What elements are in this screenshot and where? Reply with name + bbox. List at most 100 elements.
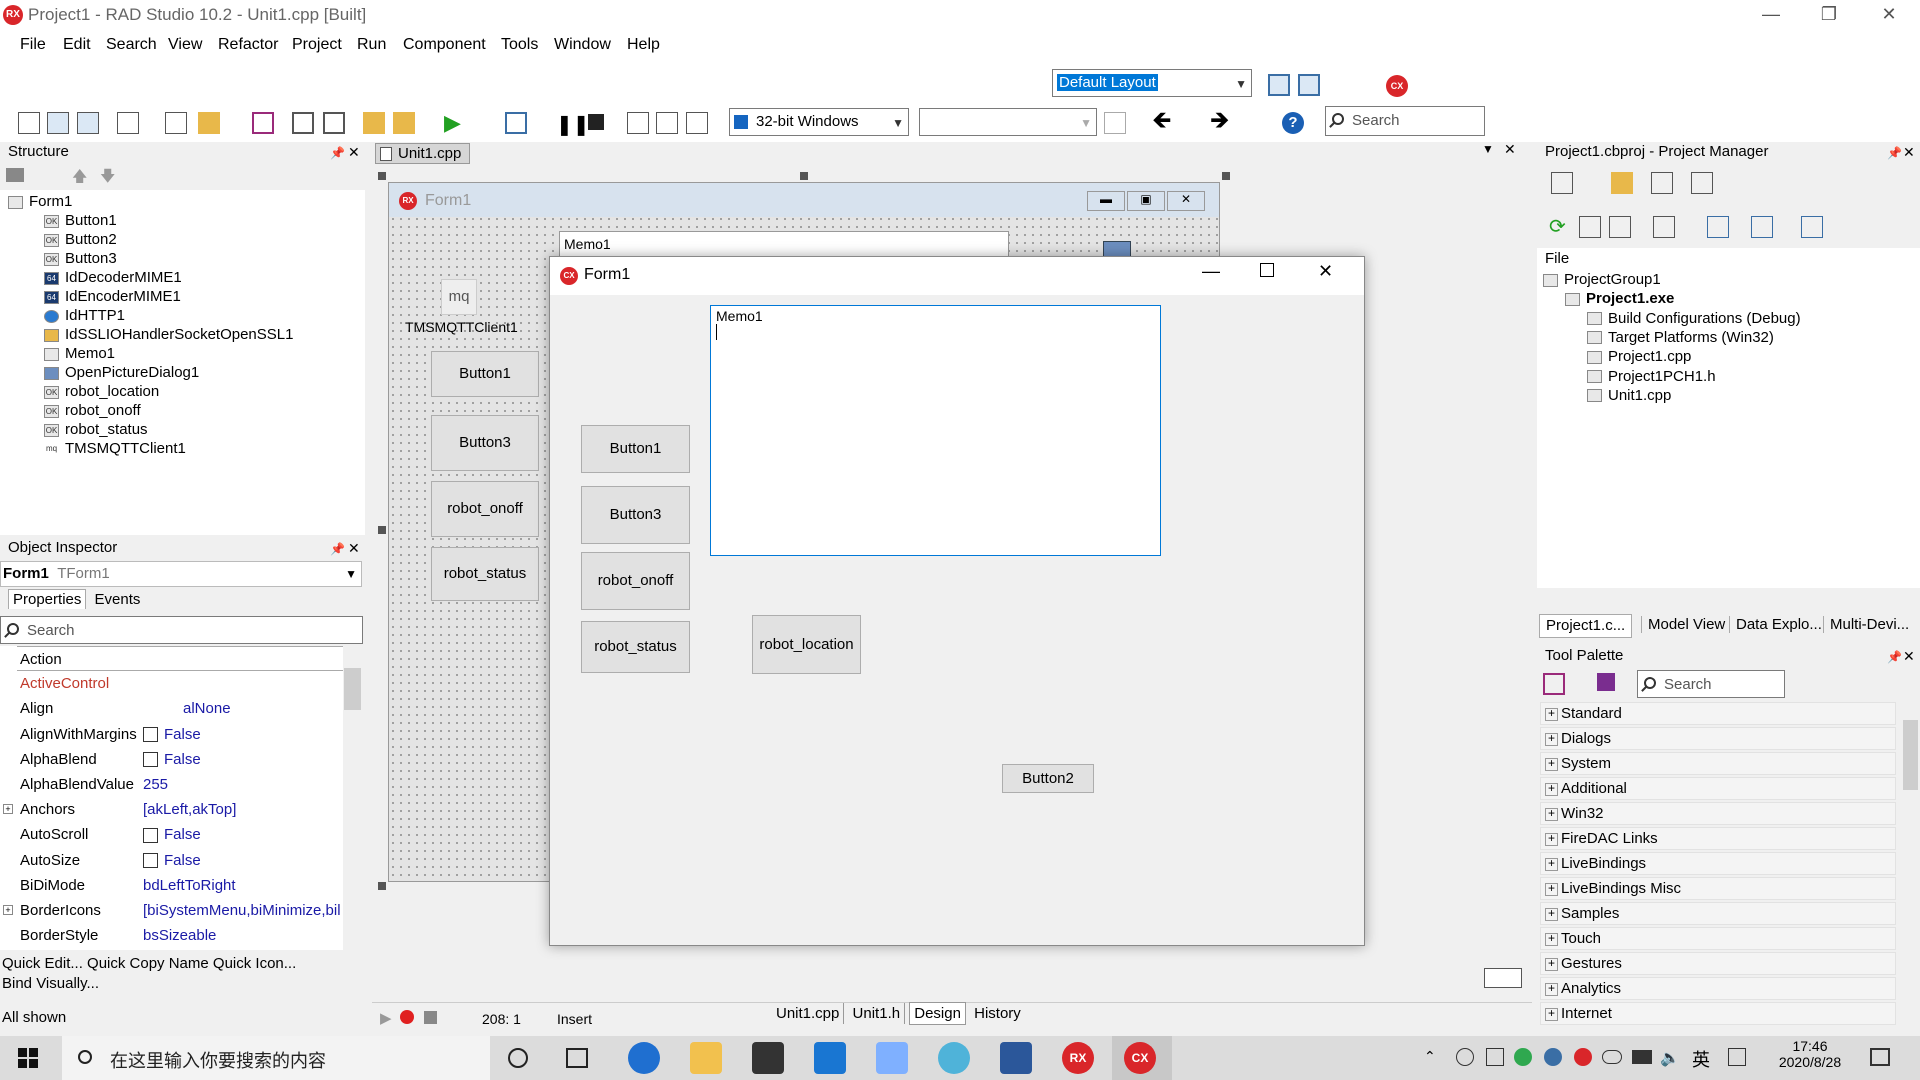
oi-property-row[interactable]: AutoSize False bbox=[17, 848, 345, 873]
close-icon[interactable]: ✕ bbox=[1903, 142, 1915, 162]
tray-app-icon[interactable] bbox=[1486, 1048, 1504, 1066]
run-icon[interactable]: ▶ bbox=[444, 112, 466, 134]
mq-icon[interactable]: mq bbox=[441, 279, 477, 315]
running-form-window[interactable]: CX Form1 — ✕ Memo1 Button1 Button3 robot… bbox=[549, 256, 1365, 946]
checkbox[interactable] bbox=[143, 853, 158, 869]
menu-run[interactable]: Run bbox=[357, 36, 386, 54]
palette-category[interactable]: Samples bbox=[1540, 902, 1896, 925]
oi-property-value[interactable]: False bbox=[143, 722, 358, 747]
object-selector[interactable]: Form1 TForm1 ▼ bbox=[0, 561, 362, 587]
arrow-up-icon[interactable]: 🡅 bbox=[72, 166, 87, 191]
expand-icon[interactable]: + bbox=[3, 804, 13, 815]
layout-combo[interactable]: Default Layout ▼ bbox=[1052, 69, 1252, 97]
oi-property-row[interactable]: Align alNone bbox=[17, 696, 345, 721]
activate-icon[interactable] bbox=[1551, 172, 1573, 194]
tab-unit1-h[interactable]: Unit1.h bbox=[848, 1003, 906, 1024]
structure-item[interactable]: OK Button2 bbox=[44, 230, 117, 249]
structure-item[interactable]: 64 IdDecoderMIME1 bbox=[44, 268, 182, 287]
scroll-thumb[interactable] bbox=[344, 668, 361, 710]
button2[interactable]: Button2 bbox=[1002, 764, 1094, 793]
feishu-icon[interactable] bbox=[876, 1042, 908, 1074]
structure-item[interactable]: 64 IdEncoderMIME1 bbox=[44, 287, 181, 306]
palette-category[interactable]: Touch bbox=[1540, 927, 1896, 950]
menu-refactor[interactable]: Refactor bbox=[218, 36, 278, 54]
tab-unit1-cpp[interactable]: Unit1.cpp bbox=[375, 143, 471, 164]
cortana-icon[interactable] bbox=[508, 1048, 528, 1068]
pin-icon[interactable]: 📌 bbox=[330, 539, 345, 559]
menu-view[interactable]: View bbox=[168, 36, 202, 54]
button3[interactable]: Button3 bbox=[581, 486, 690, 544]
pin-icon[interactable]: 📌 bbox=[330, 143, 345, 163]
steam-tray-icon[interactable] bbox=[1544, 1048, 1562, 1066]
oi-search-input[interactable]: Search bbox=[0, 616, 363, 644]
oi-property-row[interactable]: ActiveControl bbox=[17, 671, 345, 696]
close-icon[interactable]: ✕ bbox=[1903, 646, 1915, 666]
design-button1[interactable]: Button1 bbox=[431, 351, 539, 397]
project-tree-item[interactable]: Project1PCH1.h bbox=[1587, 367, 1716, 386]
stop-icon[interactable] bbox=[588, 114, 604, 130]
form-preview-icon[interactable] bbox=[1484, 968, 1522, 988]
structure-item[interactable]: OK robot_location bbox=[44, 382, 159, 401]
design-robot-status[interactable]: robot_status bbox=[431, 547, 539, 601]
open-project-icon[interactable] bbox=[363, 112, 385, 134]
palette-category[interactable]: Win32 bbox=[1540, 802, 1896, 825]
restore-icon[interactable]: ❐ bbox=[1806, 0, 1852, 30]
build-icon[interactable] bbox=[1707, 216, 1729, 238]
oi-property-row[interactable]: AutoScroll False bbox=[17, 822, 345, 847]
project-tree-item[interactable]: Unit1.cpp bbox=[1587, 386, 1671, 405]
expand-icon[interactable]: + bbox=[3, 905, 13, 915]
desktop-icon[interactable] bbox=[1298, 74, 1320, 96]
oi-property-value[interactable]: [akLeft,akTop] bbox=[143, 797, 358, 822]
tab-properties[interactable]: Properties bbox=[8, 589, 87, 609]
pin-icon[interactable]: 📌 bbox=[1887, 143, 1902, 163]
design-robot-onoff[interactable]: robot_onoff bbox=[431, 481, 539, 537]
minimize-icon[interactable]: — bbox=[1202, 261, 1220, 282]
menu-search[interactable]: Search bbox=[106, 36, 157, 54]
add-file-icon[interactable] bbox=[1611, 172, 1633, 194]
network-icon[interactable] bbox=[1456, 1048, 1474, 1066]
trace-into-icon[interactable] bbox=[656, 112, 678, 134]
menu-component[interactable]: Component bbox=[403, 36, 486, 54]
categories-icon[interactable] bbox=[1543, 673, 1565, 695]
close-icon[interactable]: ✕ bbox=[1318, 261, 1333, 282]
bind-visually-link[interactable]: Bind Visually... bbox=[2, 975, 99, 992]
wechat-tray-icon[interactable] bbox=[1514, 1048, 1532, 1066]
record-macro-icon[interactable] bbox=[400, 1010, 414, 1024]
new-items-icon[interactable] bbox=[165, 112, 187, 134]
notification-icon[interactable] bbox=[1870, 1048, 1890, 1066]
palette-search-input[interactable]: Search bbox=[1637, 670, 1785, 698]
refresh-icon[interactable] bbox=[1104, 112, 1126, 134]
chevron-down-icon[interactable]: ▼ bbox=[1482, 142, 1494, 156]
oi-property-row[interactable]: Anchors [akLeft,akTop] + bbox=[3, 797, 345, 822]
forward-icon[interactable]: 🡺 bbox=[1210, 109, 1232, 133]
checkbox[interactable] bbox=[143, 827, 158, 843]
chevron-up-icon[interactable]: ⌃ bbox=[1424, 1048, 1436, 1065]
menu-project[interactable]: Project bbox=[292, 36, 342, 54]
close-icon[interactable]: ✕ bbox=[1504, 141, 1516, 158]
tab-multi-device[interactable]: Multi-Devi... bbox=[1823, 616, 1915, 633]
selection-handle[interactable] bbox=[378, 882, 386, 890]
tab-model-view[interactable]: Model View bbox=[1641, 616, 1731, 633]
tab-data-explorer[interactable]: Data Explo... bbox=[1729, 616, 1828, 633]
remove-project-icon[interactable] bbox=[393, 112, 415, 134]
structure-item[interactable]: IdHTTP1 bbox=[44, 306, 125, 325]
menu-tools[interactable]: Tools bbox=[501, 36, 538, 54]
selection-handle[interactable] bbox=[1222, 172, 1230, 180]
battery-icon[interactable] bbox=[1632, 1050, 1652, 1064]
palette-scrollbar[interactable] bbox=[1901, 700, 1920, 1030]
palette-category[interactable]: Dialogs bbox=[1540, 727, 1896, 750]
palette-category[interactable]: Additional bbox=[1540, 777, 1896, 800]
ime-indicator[interactable]: 英 bbox=[1692, 1046, 1710, 1072]
help-icon[interactable]: ? bbox=[1282, 112, 1304, 134]
running-app-icon[interactable]: CX bbox=[1124, 1042, 1156, 1074]
run-to-cursor-icon[interactable] bbox=[686, 112, 708, 134]
oi-property-row[interactable]: AlignWithMargins False bbox=[17, 722, 345, 747]
select-icon[interactable] bbox=[117, 112, 139, 134]
selection-handle[interactable] bbox=[378, 526, 386, 534]
close-file-icon[interactable] bbox=[323, 112, 345, 134]
selection-handle[interactable] bbox=[378, 172, 386, 180]
oi-property-row[interactable]: AlphaBlend False bbox=[17, 747, 345, 772]
oi-property-row[interactable]: AlphaBlendValue 255 bbox=[17, 772, 345, 797]
stop-macro-icon[interactable] bbox=[424, 1011, 437, 1024]
palette-category[interactable]: Internet bbox=[1540, 1002, 1896, 1025]
